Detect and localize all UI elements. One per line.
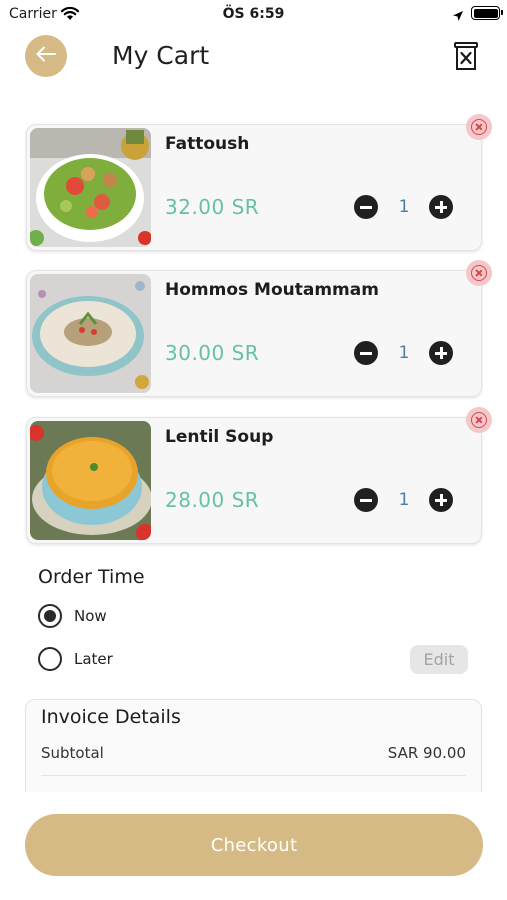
increase-quantity-button[interactable] xyxy=(429,341,453,365)
increase-quantity-button[interactable] xyxy=(429,195,453,219)
radio-option-now[interactable]: Now xyxy=(38,603,107,629)
checkout-button[interactable]: Checkout xyxy=(25,814,483,876)
close-circle-icon xyxy=(471,412,487,428)
order-time-title: Order Time xyxy=(38,566,145,588)
back-button[interactable] xyxy=(25,35,67,77)
remove-item-button[interactable] xyxy=(466,407,492,433)
cart-item-card: Lentil Soup 28.00 SR 1 xyxy=(26,417,482,544)
close-circle-icon xyxy=(471,119,487,135)
item-name: Fattoush xyxy=(165,134,250,154)
radio-label: Now xyxy=(74,607,107,625)
trash-x-icon xyxy=(452,42,480,76)
divider xyxy=(41,775,466,776)
subtotal-label: Subtotal xyxy=(41,744,104,762)
invoice-details: Invoice Details Subtotal SAR 90.00 xyxy=(25,699,482,792)
item-name: Hommos Moutammam xyxy=(165,280,379,300)
radio-option-later[interactable]: Later xyxy=(38,646,113,672)
item-price: 28.00 SR xyxy=(165,488,260,512)
radio-button-checked[interactable] xyxy=(38,604,62,628)
hommos-image xyxy=(30,274,151,393)
radio-button[interactable] xyxy=(38,647,62,671)
invoice-title: Invoice Details xyxy=(41,706,181,728)
decrease-quantity-button[interactable] xyxy=(354,488,378,512)
item-name: Lentil Soup xyxy=(165,427,274,447)
subtotal-value: SAR 90.00 xyxy=(387,744,466,762)
quantity-value: 1 xyxy=(398,343,410,363)
decrease-quantity-button[interactable] xyxy=(354,195,378,219)
increase-quantity-button[interactable] xyxy=(429,488,453,512)
item-price: 32.00 SR xyxy=(165,195,260,219)
clear-cart-button[interactable] xyxy=(452,40,480,72)
fattoush-image xyxy=(30,128,151,247)
radio-label: Later xyxy=(74,650,113,668)
battery-icon xyxy=(471,6,503,20)
edit-time-button[interactable]: Edit xyxy=(410,645,468,674)
close-circle-icon xyxy=(471,265,487,281)
clock: ÖS 6:59 xyxy=(222,6,285,22)
cart-item-card: Hommos Moutammam 30.00 SR 1 xyxy=(26,270,482,397)
remove-item-button[interactable] xyxy=(466,260,492,286)
remove-item-button[interactable] xyxy=(466,114,492,140)
cart-item-card: Fattoush 32.00 SR 1 xyxy=(26,124,482,251)
quantity-value: 1 xyxy=(398,490,410,510)
status-bar: Carrier ÖS 6:59 xyxy=(0,0,507,28)
item-price: 30.00 SR xyxy=(165,341,260,365)
page-title: My Cart xyxy=(112,41,210,70)
decrease-quantity-button[interactable] xyxy=(354,341,378,365)
lentil-soup-image xyxy=(30,421,151,540)
arrow-left-icon xyxy=(36,46,56,66)
quantity-value: 1 xyxy=(398,197,410,217)
location-arrow-icon xyxy=(452,7,464,26)
